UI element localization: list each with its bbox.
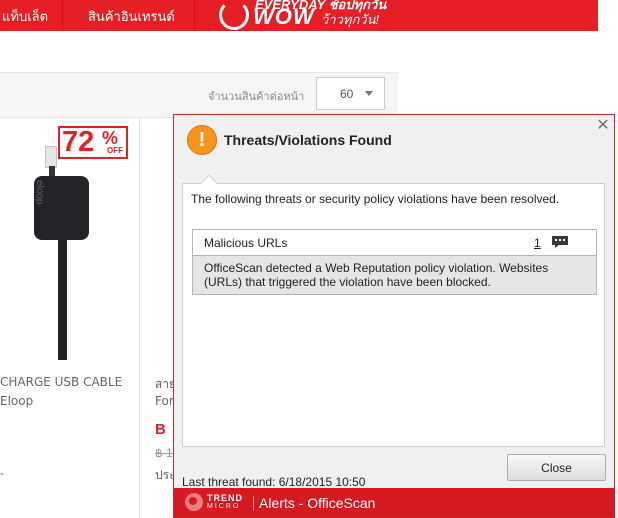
close-button[interactable]: Close <box>507 454 606 481</box>
per-page-label: จำนวนสินค้าต่อหน้า <box>208 90 305 103</box>
threat-description: OfficeScan detected a Web Reputation pol… <box>193 256 596 294</box>
nav-item-tablets[interactable]: แท็บเล็ต <box>2 6 48 27</box>
product-extra: - <box>0 466 4 480</box>
usb-connector-tip <box>45 146 57 168</box>
trend-micro-logo-icon <box>185 493 203 511</box>
product-price: B <box>155 421 166 438</box>
brand-word-micro: MICRO <box>207 503 241 510</box>
warning-mark: ! <box>198 129 206 151</box>
panel-pointer <box>200 174 218 192</box>
dialog-title: Threats/Violations Found <box>224 132 392 148</box>
close-icon[interactable]: ✕ <box>595 118 611 134</box>
nav-separator <box>194 0 195 31</box>
product-brand: For <box>155 394 174 408</box>
clock-icon <box>219 0 249 30</box>
threat-entry: Malicious URLs 1 OfficeScan detected a W… <box>192 229 597 295</box>
product-old-price: ฿ 1 <box>155 446 173 460</box>
last-threat-found: Last threat found: 6/18/2015 10:50 <box>182 475 366 489</box>
product-name[interactable]: CHARGE USB CABLE <box>0 375 122 389</box>
brand-word-trend: TREND <box>207 493 243 503</box>
discount-value: 72 <box>62 126 95 158</box>
footer-separator <box>253 496 254 511</box>
nav-item-trending[interactable]: สินค้าอินเทรนด์ <box>88 6 175 27</box>
top-navigation-bar: แท็บเล็ต สินค้าอินเทรนด์ EVERYDAY ช้อปทุ… <box>0 0 598 31</box>
everyday-wow-banner[interactable]: EVERYDAY ช้อปทุกวัน WOW ว้าวทุกวัน! <box>213 0 405 34</box>
discount-badge: 72 % OFF <box>58 126 128 159</box>
per-page-select[interactable]: 60 <box>316 77 385 110</box>
banner-sub-text: ว้าวทุกวัน! <box>321 12 380 27</box>
discount-off-label: OFF <box>107 146 123 155</box>
banner-wow-text: WOW <box>253 4 315 29</box>
product-grid-divider <box>139 118 140 518</box>
panel-intro-text: The following threats or security policy… <box>191 192 560 206</box>
comment-icon[interactable] <box>552 236 568 248</box>
product-image-cable-body[interactable] <box>58 238 67 360</box>
product-brand: Eloop <box>0 394 34 408</box>
footer-title: Alerts - OfficeScan <box>259 495 376 511</box>
nav-separator <box>62 0 63 31</box>
logo-inner-ring <box>189 497 197 505</box>
threats-alert-dialog: ! Threats/Violations Found ✕ The followi… <box>173 114 615 518</box>
threat-details-panel: The following threats or security policy… <box>182 174 605 447</box>
threat-name: Malicious URLs <box>204 236 288 250</box>
dropdown-arrow-icon <box>365 91 373 96</box>
per-page-value: 60 <box>340 87 354 101</box>
cable-brand-print: eloop <box>34 180 45 205</box>
threat-entry-header[interactable]: Malicious URLs 1 <box>193 230 596 256</box>
threat-count-link[interactable]: 1 <box>534 236 541 250</box>
warning-icon: ! <box>187 125 217 155</box>
dialog-footer: TREND MICRO Alerts - OfficeScan <box>174 488 614 517</box>
